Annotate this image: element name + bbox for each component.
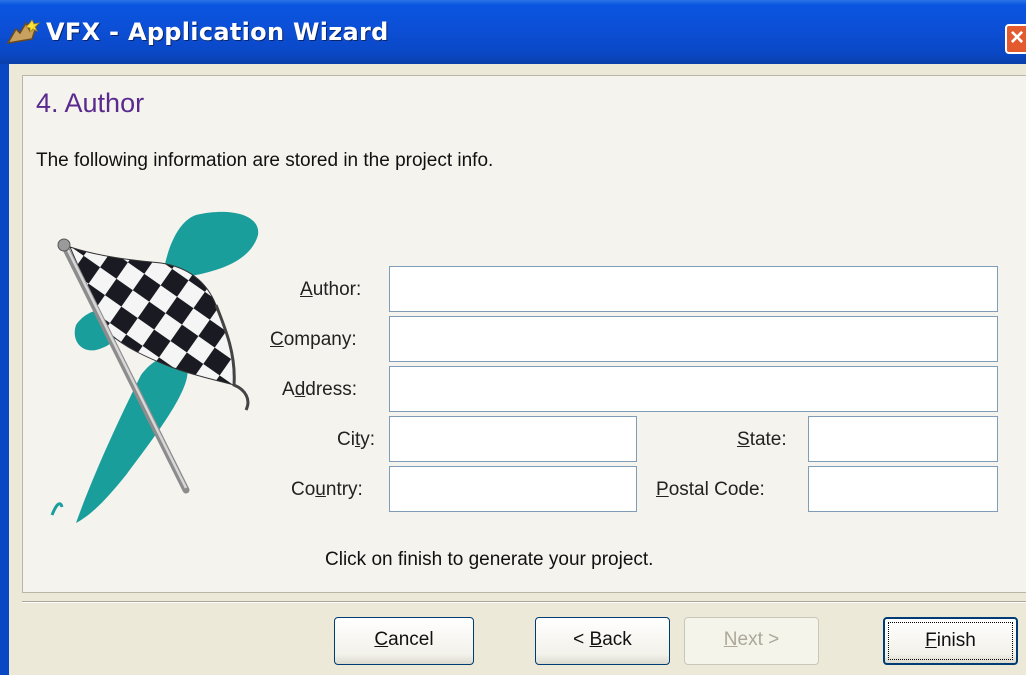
next-button[interactable]: Next > (684, 617, 819, 665)
country-label: Country: (291, 479, 363, 500)
button-divider (22, 601, 1026, 603)
window-title: VFX - Application Wizard (46, 18, 389, 46)
finish-button[interactable]: Finish (883, 617, 1018, 665)
author-input[interactable] (389, 266, 998, 312)
state-label: State: (737, 429, 787, 450)
close-icon: × (1010, 24, 1025, 51)
wizard-window: VFX - Application Wizard × 4. Author The… (0, 0, 1026, 675)
checkered-flag-icon (50, 211, 259, 523)
company-label: Company: (270, 329, 357, 350)
cancel-button[interactable]: Cancel (334, 617, 474, 665)
finish-hint: Click on finish to generate your project… (325, 549, 654, 570)
address-input[interactable] (389, 366, 998, 412)
company-input[interactable] (389, 316, 998, 362)
step-title: 4. Author (36, 88, 145, 118)
country-input[interactable] (389, 466, 637, 512)
window-border (0, 64, 9, 675)
wizard-icon (6, 19, 41, 44)
state-input[interactable] (808, 416, 998, 462)
title-bar[interactable]: VFX - Application Wizard × (0, 0, 1026, 64)
postal-code-input[interactable] (808, 466, 998, 512)
postal-code-label: Postal Code: (656, 479, 765, 500)
city-label: City: (337, 429, 376, 450)
author-label: Author: (300, 279, 362, 300)
back-button[interactable]: < Back (535, 617, 670, 665)
address-label: Address: (282, 379, 358, 400)
step-description: The following information are stored in … (36, 150, 494, 171)
city-input[interactable] (389, 416, 637, 462)
close-button[interactable]: × (1005, 24, 1026, 54)
